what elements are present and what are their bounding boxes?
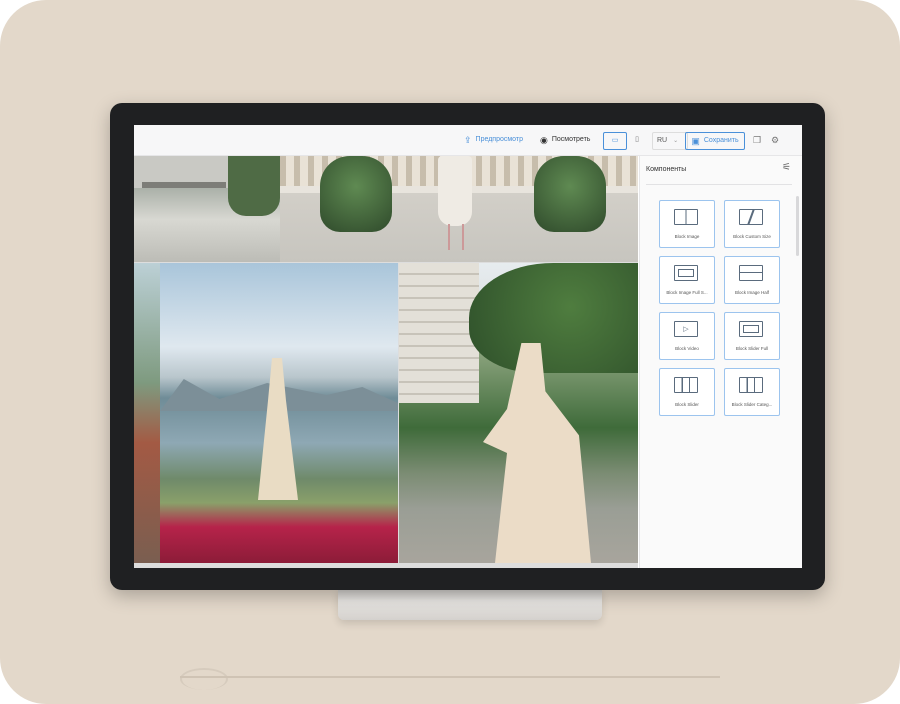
editor-toolbar: ⇪ Предпросмотр ◉ Посмотреть ▭ ▯ RU ⌄ ▣ С… bbox=[134, 125, 802, 156]
monitor-icon: ▭ bbox=[611, 137, 619, 144]
save-label: Сохранить bbox=[703, 137, 739, 144]
gallery-image-woman-lake[interactable] bbox=[160, 263, 398, 563]
component-label: Block Slider Categ... bbox=[731, 402, 773, 407]
panel-title: Компоненты bbox=[646, 166, 687, 173]
language-select[interactable]: RU ⌄ bbox=[652, 132, 688, 150]
gallery-image-edge[interactable] bbox=[134, 263, 160, 563]
desk-edge bbox=[180, 676, 720, 678]
page-canvas[interactable] bbox=[134, 156, 638, 568]
save-button[interactable]: ▣ Сохранить bbox=[685, 132, 745, 150]
block-image-full-icon bbox=[674, 265, 698, 281]
mobile-view-toggle[interactable]: ▯ bbox=[630, 132, 644, 148]
copy-icon: ❐ bbox=[752, 135, 762, 145]
image-detail bbox=[399, 263, 479, 403]
gallery-image-woman-balustrade[interactable] bbox=[280, 156, 638, 262]
block-image-icon bbox=[674, 209, 698, 225]
component-block-image-half[interactable]: Block Image Half bbox=[724, 256, 780, 304]
language-value: RU bbox=[657, 137, 668, 144]
view-button[interactable]: ◉ Посмотреть bbox=[540, 132, 590, 148]
components-panel: Компоненты ⚟ Block Image Block Custom Si… bbox=[639, 156, 802, 568]
block-slider-category-icon bbox=[739, 377, 763, 393]
editor-screen: ⇪ Предпросмотр ◉ Посмотреть ▭ ▯ RU ⌄ ▣ С… bbox=[134, 125, 802, 568]
floppy-icon: ▣ bbox=[691, 136, 700, 146]
gear-icon: ⚙ bbox=[770, 135, 780, 145]
image-detail bbox=[258, 358, 298, 500]
component-block-slider-full[interactable]: Block Slider Full bbox=[724, 312, 780, 360]
gallery-image-woman-fountain[interactable] bbox=[399, 263, 638, 563]
component-label: Block Video bbox=[675, 346, 699, 351]
block-slider-full-icon bbox=[739, 321, 763, 337]
image-detail bbox=[142, 182, 226, 188]
component-label: Block Slider Full bbox=[735, 346, 769, 351]
phone-icon: ▯ bbox=[635, 136, 639, 143]
eye-icon: ◉ bbox=[540, 135, 548, 145]
background-card: ⇪ Предпросмотр ◉ Посмотреть ▭ ▯ RU ⌄ ▣ С… bbox=[0, 0, 900, 704]
gallery-image-terrace[interactable] bbox=[134, 156, 280, 262]
view-label: Посмотреть bbox=[551, 136, 591, 143]
settings-button[interactable]: ⚙ bbox=[769, 132, 781, 148]
desk-object bbox=[180, 668, 228, 690]
panel-scrollbar[interactable] bbox=[796, 196, 799, 256]
block-video-icon: ▷ bbox=[674, 321, 698, 337]
preview-label: Предпросмотр bbox=[475, 136, 524, 143]
block-custom-size-icon bbox=[739, 209, 763, 225]
desktop-view-toggle[interactable]: ▭ bbox=[603, 132, 627, 150]
image-detail bbox=[483, 343, 591, 563]
preview-button[interactable]: ⇪ Предпросмотр bbox=[464, 132, 523, 148]
image-detail bbox=[469, 263, 638, 373]
component-label: Block Image bbox=[674, 234, 700, 239]
chevron-down-icon: ⌄ bbox=[673, 138, 679, 144]
block-image-half-icon bbox=[739, 265, 763, 281]
component-block-slider-category[interactable]: Block Slider Categ... bbox=[724, 368, 780, 416]
copy-button[interactable]: ❐ bbox=[751, 132, 763, 148]
component-block-image-full[interactable]: Block Image Full S... bbox=[659, 256, 715, 304]
image-detail bbox=[228, 156, 280, 216]
image-detail bbox=[448, 224, 464, 250]
component-block-custom-size[interactable]: Block Custom Size bbox=[724, 200, 780, 248]
component-block-image[interactable]: Block Image bbox=[659, 200, 715, 248]
image-detail bbox=[438, 156, 472, 226]
component-block-slider[interactable]: Block Slider bbox=[659, 368, 715, 416]
component-label: Block Image Half bbox=[734, 290, 769, 295]
divider bbox=[646, 184, 792, 185]
component-block-video[interactable]: ▷ Block Video bbox=[659, 312, 715, 360]
block-slider-icon bbox=[674, 377, 698, 393]
monitor-stand bbox=[338, 588, 602, 620]
component-label: Block Custom Size bbox=[733, 234, 771, 239]
filter-sliders-icon[interactable]: ⚟ bbox=[782, 162, 791, 173]
share-icon: ⇪ bbox=[464, 135, 472, 145]
component-label: Block Image Full S... bbox=[666, 290, 708, 295]
component-label: Block Slider bbox=[675, 402, 699, 407]
image-detail bbox=[534, 156, 606, 232]
image-detail bbox=[320, 156, 392, 232]
